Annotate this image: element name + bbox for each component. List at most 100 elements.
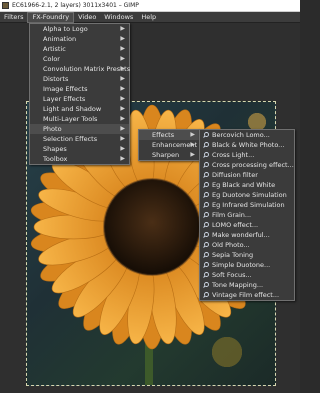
window-title: EC61966-2.1, 2 layers) 3011x3401 – GIMP [12,2,139,9]
effects-menu-item[interactable]: LOMO effect... [200,220,294,230]
menu-item-label: Film Grain... [212,211,252,219]
menu-item-label: Bercovich Lomo... [212,131,270,139]
effects-menu-item[interactable]: Eg Black and White [200,180,294,190]
submenu-arrow-icon: ▶ [120,85,125,92]
effects-menu-item[interactable]: Film Grain... [200,210,294,220]
submenu-arrow-icon: ▶ [120,105,125,112]
menu-item-label: Image Effects [43,85,88,93]
menu-item-label: Effects [152,131,175,139]
menu-item-label: Animation [43,35,77,43]
submenu-arrow-icon: ▶ [190,131,195,138]
submenu-arrow-icon: ▶ [120,125,125,132]
menu-item-sharpen[interactable]: Sharpen ▶ [139,150,199,160]
menu-item-label: Eg Infrared Simulation [212,201,285,209]
effects-menu-item[interactable]: Tone Mapping... [200,280,294,290]
menu-item-shapes[interactable]: Shapes ▶ [30,144,129,154]
menu-item-label: Cross processing effect... [212,161,294,169]
menu-item-label: Black & White Photo... [212,141,285,149]
gimp-app-icon [2,2,9,9]
filter-plugin-icon [203,242,209,248]
menu-item-layer-effects[interactable]: Layer Effects ▶ [30,94,129,104]
menu-item-distorts[interactable]: Distorts ▶ [30,74,129,84]
effects-menu-item[interactable]: Cross processing effect... [200,160,294,170]
effects-menu-item[interactable]: Eg Infrared Simulation [200,200,294,210]
menu-fx-foundry[interactable]: FX-Foundry [27,11,75,23]
photo-submenu: Effects ▶ Enhancement ▶ Sharpen ▶ [138,129,200,161]
filter-plugin-icon [203,222,209,228]
effects-menu-item[interactable]: Old Photo... [200,240,294,250]
menu-item-label: Multi-Layer Tools [43,115,98,123]
submenu-arrow-icon: ▶ [190,151,195,158]
filter-plugin-icon [203,262,209,268]
submenu-arrow-icon: ▶ [120,145,125,152]
menu-item-label: Eg Duotone Simulation [212,191,287,199]
filter-plugin-icon [203,212,209,218]
menu-item-toolbox[interactable]: Toolbox ▶ [30,154,129,164]
menu-item-label: Simple Duotone... [212,261,271,269]
submenu-arrow-icon: ▶ [120,35,125,42]
menu-item-label: Alpha to Logo [43,25,88,33]
effects-menu-item[interactable]: Bercovich Lomo... [200,130,294,140]
filter-plugin-icon [203,232,209,238]
menu-item-label: Artistic [43,45,66,53]
menu-item-convolution-matrix-presets[interactable]: Convolution Matrix Presets ▶ [30,64,131,74]
menu-item-label: Tone Mapping... [212,281,264,289]
submenu-arrow-icon: ▶ [190,141,195,148]
menu-item-color[interactable]: Color ▶ [30,54,129,64]
filter-plugin-icon [203,252,209,258]
effects-menu-item[interactable]: Black & White Photo... [200,140,294,150]
submenu-arrow-icon: ▶ [120,75,125,82]
menu-item-selection-effects[interactable]: Selection Effects ▶ [30,134,129,144]
effects-menu-item[interactable]: Simple Duotone... [200,260,294,270]
filter-plugin-icon [203,282,209,288]
menu-item-effects[interactable]: Effects ▶ [139,130,199,140]
filter-plugin-icon [203,142,209,148]
menu-item-label: Photo [43,125,62,133]
menu-help[interactable]: Help [137,12,160,23]
menu-item-label: Convolution Matrix Presets [43,65,131,73]
menu-item-label: Sepia Toning [212,251,254,259]
filter-plugin-icon [203,192,209,198]
menu-item-label: Sharpen [152,151,180,159]
menu-item-label: Layer Effects [43,95,86,103]
menu-item-label: Eg Black and White [212,181,276,189]
effects-menu-item[interactable]: Soft Focus... [200,270,294,280]
filter-plugin-icon [203,162,209,168]
effects-menu-item[interactable]: Sepia Toning [200,250,294,260]
effects-menu-item[interactable]: Vintage Film effect... [200,290,294,300]
menu-item-enhancement[interactable]: Enhancement ▶ [139,140,199,150]
filter-plugin-icon [203,152,209,158]
filter-plugin-icon [203,132,209,138]
submenu-arrow-icon: ▶ [120,155,125,162]
menu-item-animation[interactable]: Animation ▶ [30,34,129,44]
effects-menu-item[interactable]: Eg Duotone Simulation [200,190,294,200]
menu-filters[interactable]: Filters [0,12,27,23]
menu-item-label: Make wonderful... [212,231,270,239]
filter-plugin-icon [203,272,209,278]
menu-item-label: Old Photo... [212,241,250,249]
menu-item-artistic[interactable]: Artistic ▶ [30,44,129,54]
submenu-arrow-icon: ▶ [120,25,125,32]
menu-item-alpha-to-logo[interactable]: Alpha to Logo ▶ [30,24,129,34]
effects-submenu: Bercovich Lomo... Black & White Photo... C… [199,129,295,301]
effects-menu-item[interactable]: Make wonderful... [200,230,294,240]
menu-item-label: Shapes [43,145,67,153]
menu-video[interactable]: Video [74,12,100,23]
menu-item-multi-layer-tools[interactable]: Multi-Layer Tools ▶ [30,114,129,124]
menu-item-image-effects[interactable]: Image Effects ▶ [30,84,129,94]
menu-item-label: Soft Focus... [212,271,252,279]
submenu-arrow-icon: ▶ [120,95,125,102]
effects-menu-item[interactable]: Diffusion filter [200,170,294,180]
menu-item-light-and-shadow[interactable]: Light and Shadow ▶ [30,104,129,114]
menu-item-label: Cross Light... [212,151,255,159]
menu-item-label: Selection Effects [43,135,98,143]
menu-windows[interactable]: Windows [100,12,137,23]
submenu-arrow-icon: ▶ [120,45,125,52]
menubar: Filters FX-Foundry Video Windows Help [0,11,300,23]
effects-menu-item[interactable]: Cross Light... [200,150,294,160]
menu-item-photo[interactable]: Photo ▶ [30,124,129,134]
filter-plugin-icon [203,292,209,298]
submenu-arrow-icon: ▶ [120,65,125,72]
filter-plugin-icon [203,202,209,208]
menu-item-label: Distorts [43,75,69,83]
